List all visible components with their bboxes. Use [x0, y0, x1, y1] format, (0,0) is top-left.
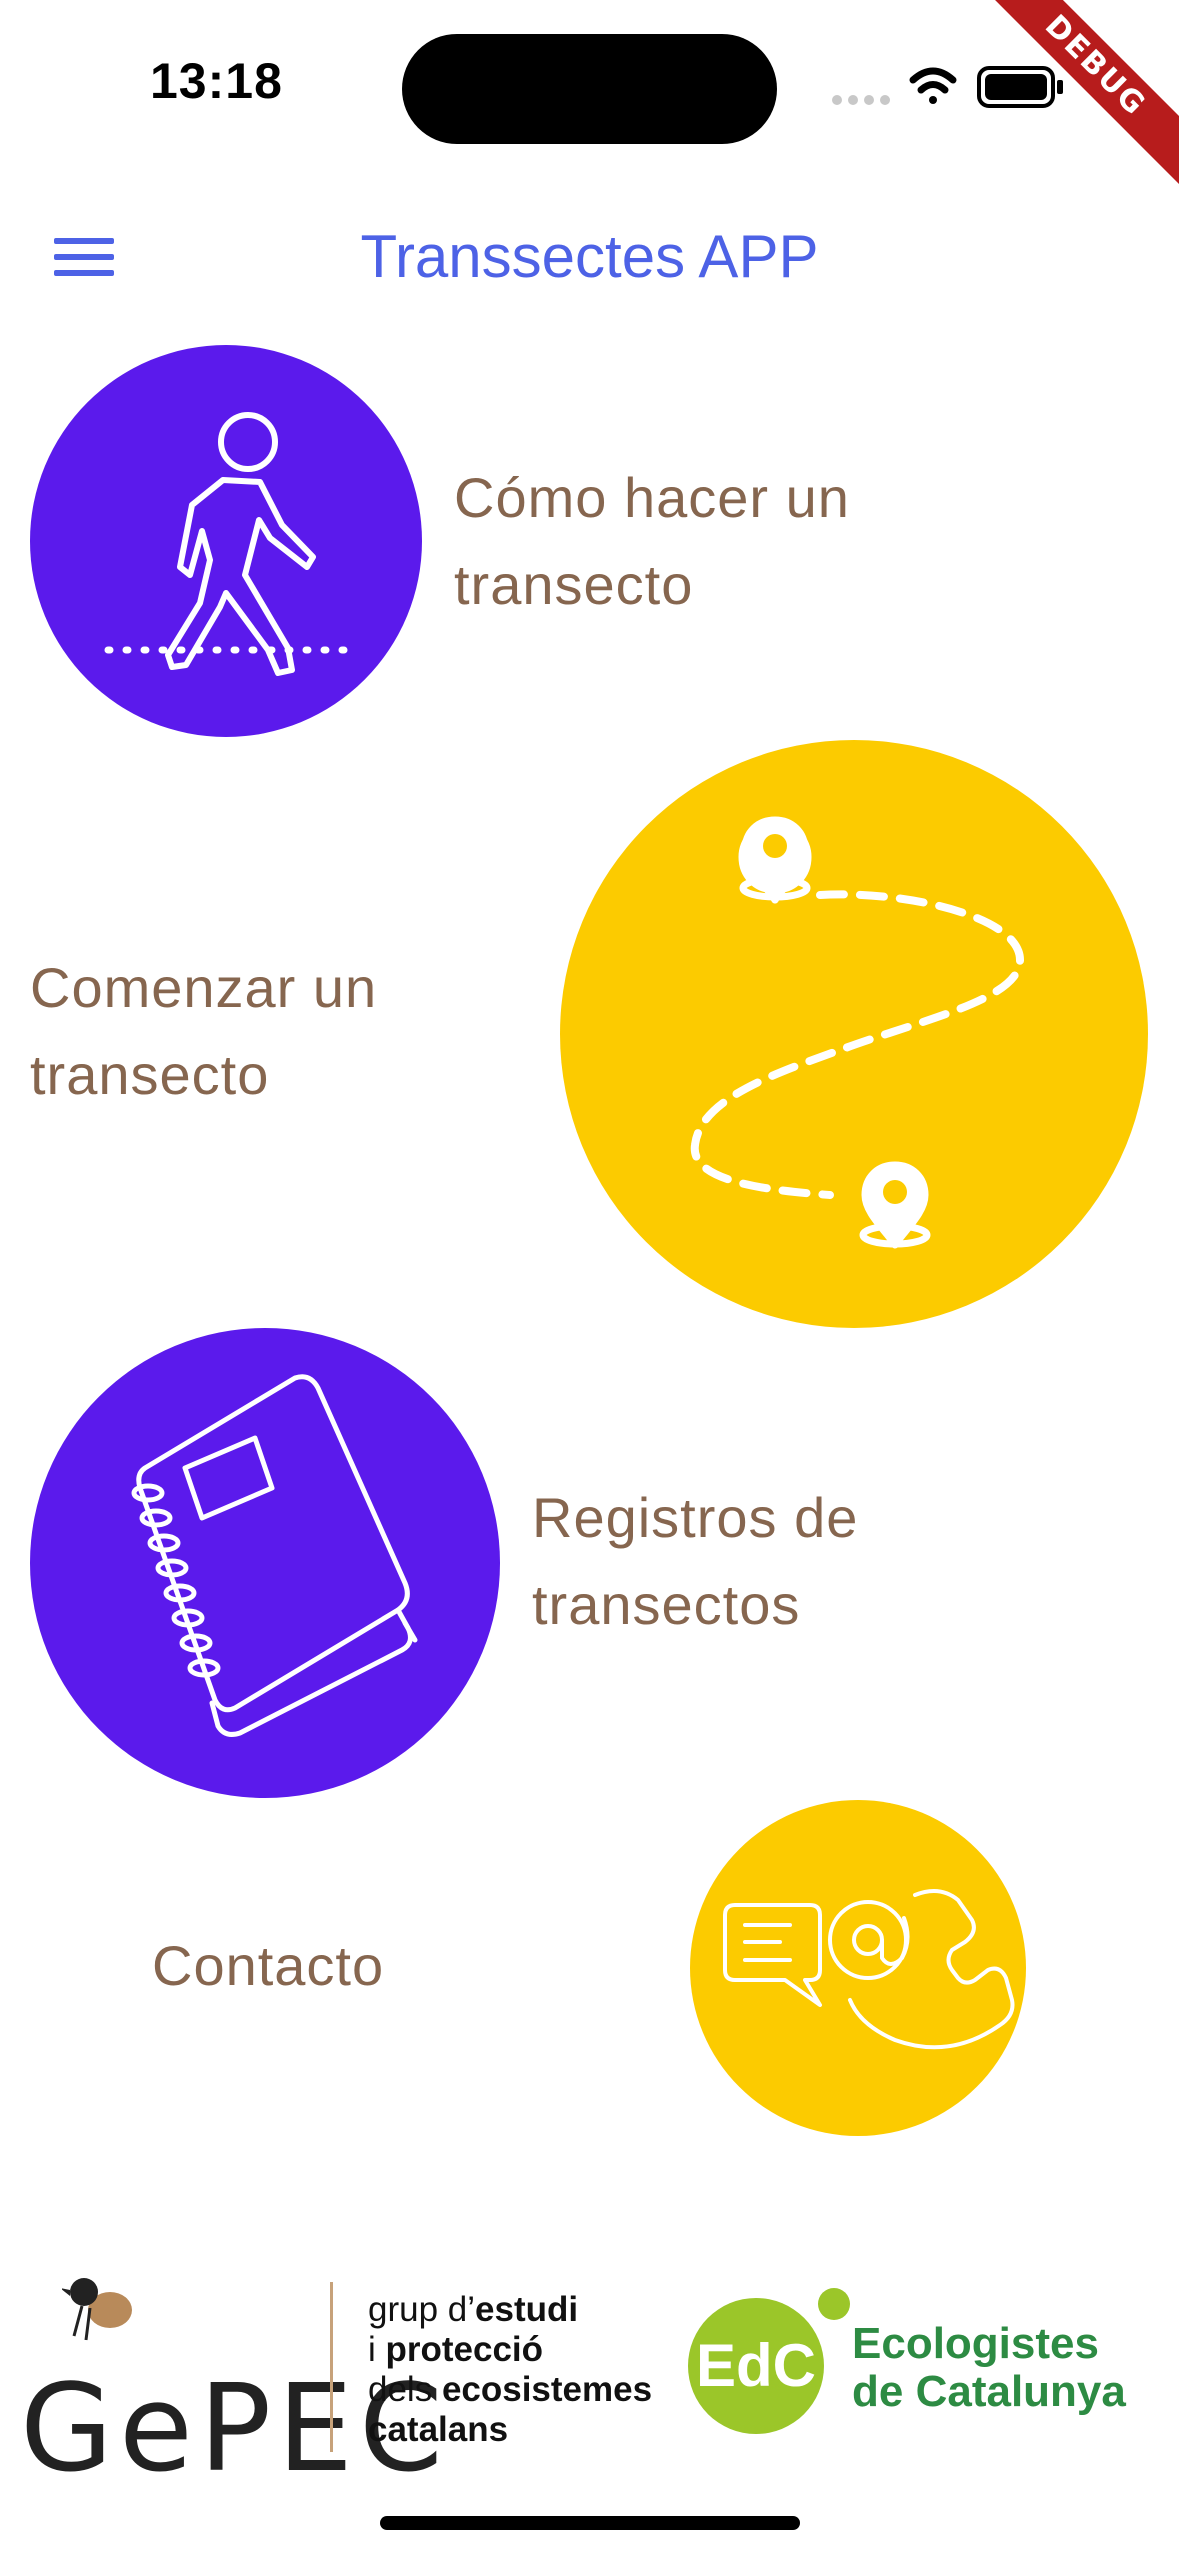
gepec-desc-line: dels ecosistemes — [368, 2370, 652, 2410]
menu-item-label[interactable]: Comenzar un transecto — [30, 944, 500, 1118]
contact-button[interactable] — [690, 1800, 1026, 2136]
status-time: 13:18 — [150, 53, 283, 109]
gepec-desc-line: i protecció — [368, 2330, 652, 2370]
home-indicator[interactable] — [380, 2516, 800, 2530]
gepec-desc-line: catalans — [368, 2410, 652, 2450]
desc-bold: protecció — [385, 2330, 544, 2369]
how-to-transect-button[interactable] — [30, 345, 422, 737]
contact-email-phone-icon — [723, 1889, 1015, 2050]
menu-item-label[interactable]: Cómo hacer un transecto — [454, 454, 954, 628]
desc-normal: grup d’ — [368, 2290, 476, 2329]
logo-divider — [330, 2282, 333, 2452]
start-transect-button[interactable] — [560, 740, 1148, 1328]
desc-normal: dels — [368, 2370, 442, 2409]
spiral-notebook-icon — [131, 1374, 418, 1737]
route-map-pins-icon — [690, 816, 1024, 1249]
edc-name-line: Ecologistes — [852, 2319, 1099, 2368]
bird-logo-icon — [62, 2278, 132, 2341]
edc-dot — [818, 2288, 850, 2320]
desc-normal: i — [368, 2330, 386, 2369]
app-title: Transsectes APP — [360, 223, 819, 290]
app-screen: 13:18 DEBUG Transsectes APP Cómo hacer u… — [0, 0, 1179, 2556]
wifi-icon — [909, 67, 957, 104]
desc-bold: catalans — [368, 2410, 509, 2449]
gepec-description: grup d’estudi i protecció dels ecosistem… — [368, 2290, 652, 2450]
menu-item-label[interactable]: Contacto — [152, 1922, 512, 2009]
edc-name: Ecologistes de Catalunya — [852, 2320, 1126, 2416]
battery-icon — [977, 66, 1063, 108]
cellular-signal-icon — [832, 95, 890, 105]
desc-bold: ecosistemes — [441, 2370, 653, 2409]
edc-name-line: de Catalunya — [852, 2367, 1126, 2416]
dynamic-island — [402, 34, 777, 144]
menu-item-label[interactable]: Registros de transectos — [532, 1474, 952, 1648]
edc-logo-badge: EdC — [688, 2298, 824, 2434]
transect-records-button[interactable] — [30, 1328, 500, 1798]
desc-bold: estudi — [475, 2290, 579, 2329]
gepec-desc-line: grup d’estudi — [368, 2290, 652, 2330]
status-icons — [832, 66, 1063, 108]
walking-person-icon — [104, 412, 364, 676]
partner-logos: GePEC grup d’estudi i protecció dels eco… — [0, 2260, 1179, 2499]
